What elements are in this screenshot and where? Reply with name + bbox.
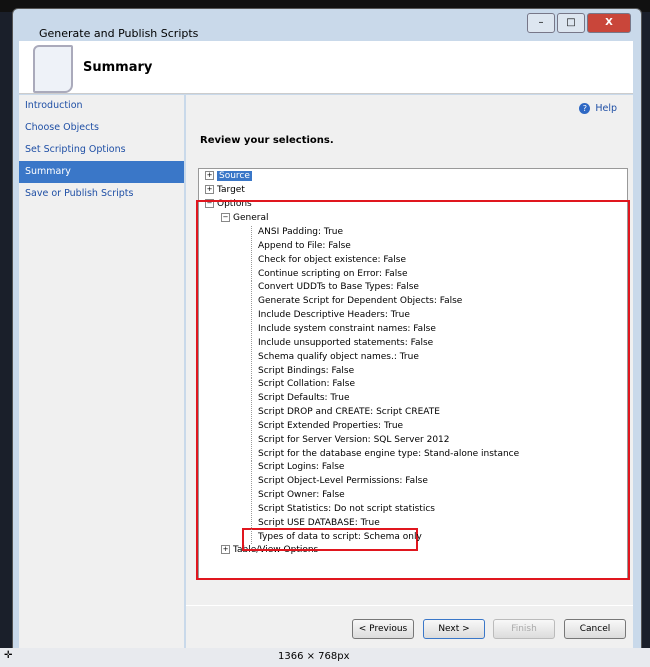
- nav-item-set-scripting-options[interactable]: Set Scripting Options: [19, 139, 184, 161]
- main-panel: ? Help Review your selections. + Source + T…: [186, 95, 633, 655]
- dimensions-text: 1366 × 768px: [278, 651, 350, 662]
- tree-option-item[interactable]: Script Defaults: True: [251, 392, 350, 406]
- finish-button[interactable]: Finish: [493, 619, 555, 639]
- tree-node-source[interactable]: + Source: [205, 170, 252, 183]
- tree-option-item[interactable]: Script Logins: False: [251, 461, 344, 475]
- divider: [186, 605, 633, 606]
- tree-option-item[interactable]: Script for the database engine type: Sta…: [251, 447, 519, 461]
- nav-item-introduction[interactable]: Introduction: [19, 95, 184, 117]
- tree-option-item[interactable]: Script Collation: False: [251, 378, 355, 392]
- summary-tree[interactable]: + Source + Target − Options − General + Table…: [196, 168, 630, 580]
- status-bar: ✛ 1366 × 768px: [0, 648, 650, 667]
- node-label: Source: [217, 171, 252, 181]
- tree-option-item[interactable]: Script Bindings: False: [251, 364, 354, 378]
- window-title: Generate and Publish Scripts: [39, 27, 199, 40]
- tree-option-item[interactable]: Include system constraint names: False: [251, 322, 436, 336]
- node-label: Target: [217, 185, 245, 195]
- scroll-icon: [33, 45, 73, 93]
- tree-option-item[interactable]: Include unsupported statements: False: [251, 336, 433, 350]
- tree-node-target[interactable]: + Target: [205, 184, 245, 197]
- tree-option-item[interactable]: Schema qualify object names.: True: [251, 350, 419, 364]
- move-icon: ✛: [4, 650, 13, 661]
- tree-option-item[interactable]: Script USE DATABASE: True: [251, 516, 380, 530]
- wizard-window: Generate and Publish Scripts – □ X Summa…: [12, 8, 642, 660]
- wizard-nav: Introduction Choose Objects Set Scriptin…: [19, 95, 184, 655]
- tree-option-item[interactable]: Script for Server Version: SQL Server 20…: [251, 433, 450, 447]
- tree-option-item[interactable]: Script Statistics: Do not script statist…: [251, 503, 435, 516]
- nav-item-summary[interactable]: Summary: [19, 161, 184, 183]
- tree-option-item[interactable]: Script Owner: False: [251, 489, 345, 503]
- help-icon: ?: [579, 103, 591, 114]
- cancel-button[interactable]: Cancel: [564, 619, 626, 639]
- tree-option-item[interactable]: Include Descriptive Headers: True: [251, 309, 410, 323]
- nav-item-choose-objects[interactable]: Choose Objects: [19, 117, 184, 139]
- tree-option-item[interactable]: Script DROP and CREATE: Script CREATE: [251, 406, 440, 420]
- help-label: Help: [595, 103, 617, 114]
- nav-item-save-or-publish[interactable]: Save or Publish Scripts: [19, 183, 184, 205]
- tree-option-item[interactable]: Script Object-Level Permissions: False: [251, 475, 428, 489]
- page-title: Summary: [83, 60, 153, 75]
- wizard-header: Summary: [19, 41, 633, 94]
- next-button[interactable]: Next >: [423, 619, 485, 639]
- tree-option-item[interactable]: Append to File: False: [251, 239, 351, 253]
- tree-option-item[interactable]: Generate Script for Dependent Objects: F…: [251, 295, 462, 309]
- previous-button[interactable]: < Previous: [352, 619, 414, 639]
- tree-option-item[interactable]: ANSI Padding: True: [251, 226, 343, 239]
- tree-option-item[interactable]: Check for object existence: False: [251, 253, 406, 267]
- tree-option-item[interactable]: Convert UDDTs to Base Types: False: [251, 281, 419, 295]
- tree-option-item[interactable]: Script Extended Properties: True: [251, 419, 403, 433]
- tree-option-item[interactable]: Continue scripting on Error: False: [251, 267, 408, 281]
- expand-icon[interactable]: +: [205, 171, 214, 180]
- maximize-button[interactable]: □: [557, 13, 585, 33]
- help-link[interactable]: ? Help: [579, 103, 617, 114]
- expand-icon[interactable]: +: [205, 185, 214, 194]
- close-button[interactable]: X: [587, 13, 631, 33]
- tree-option-item[interactable]: Types of data to script: Schema only: [251, 530, 422, 544]
- minimize-button[interactable]: –: [527, 13, 555, 33]
- review-heading: Review your selections.: [200, 135, 334, 146]
